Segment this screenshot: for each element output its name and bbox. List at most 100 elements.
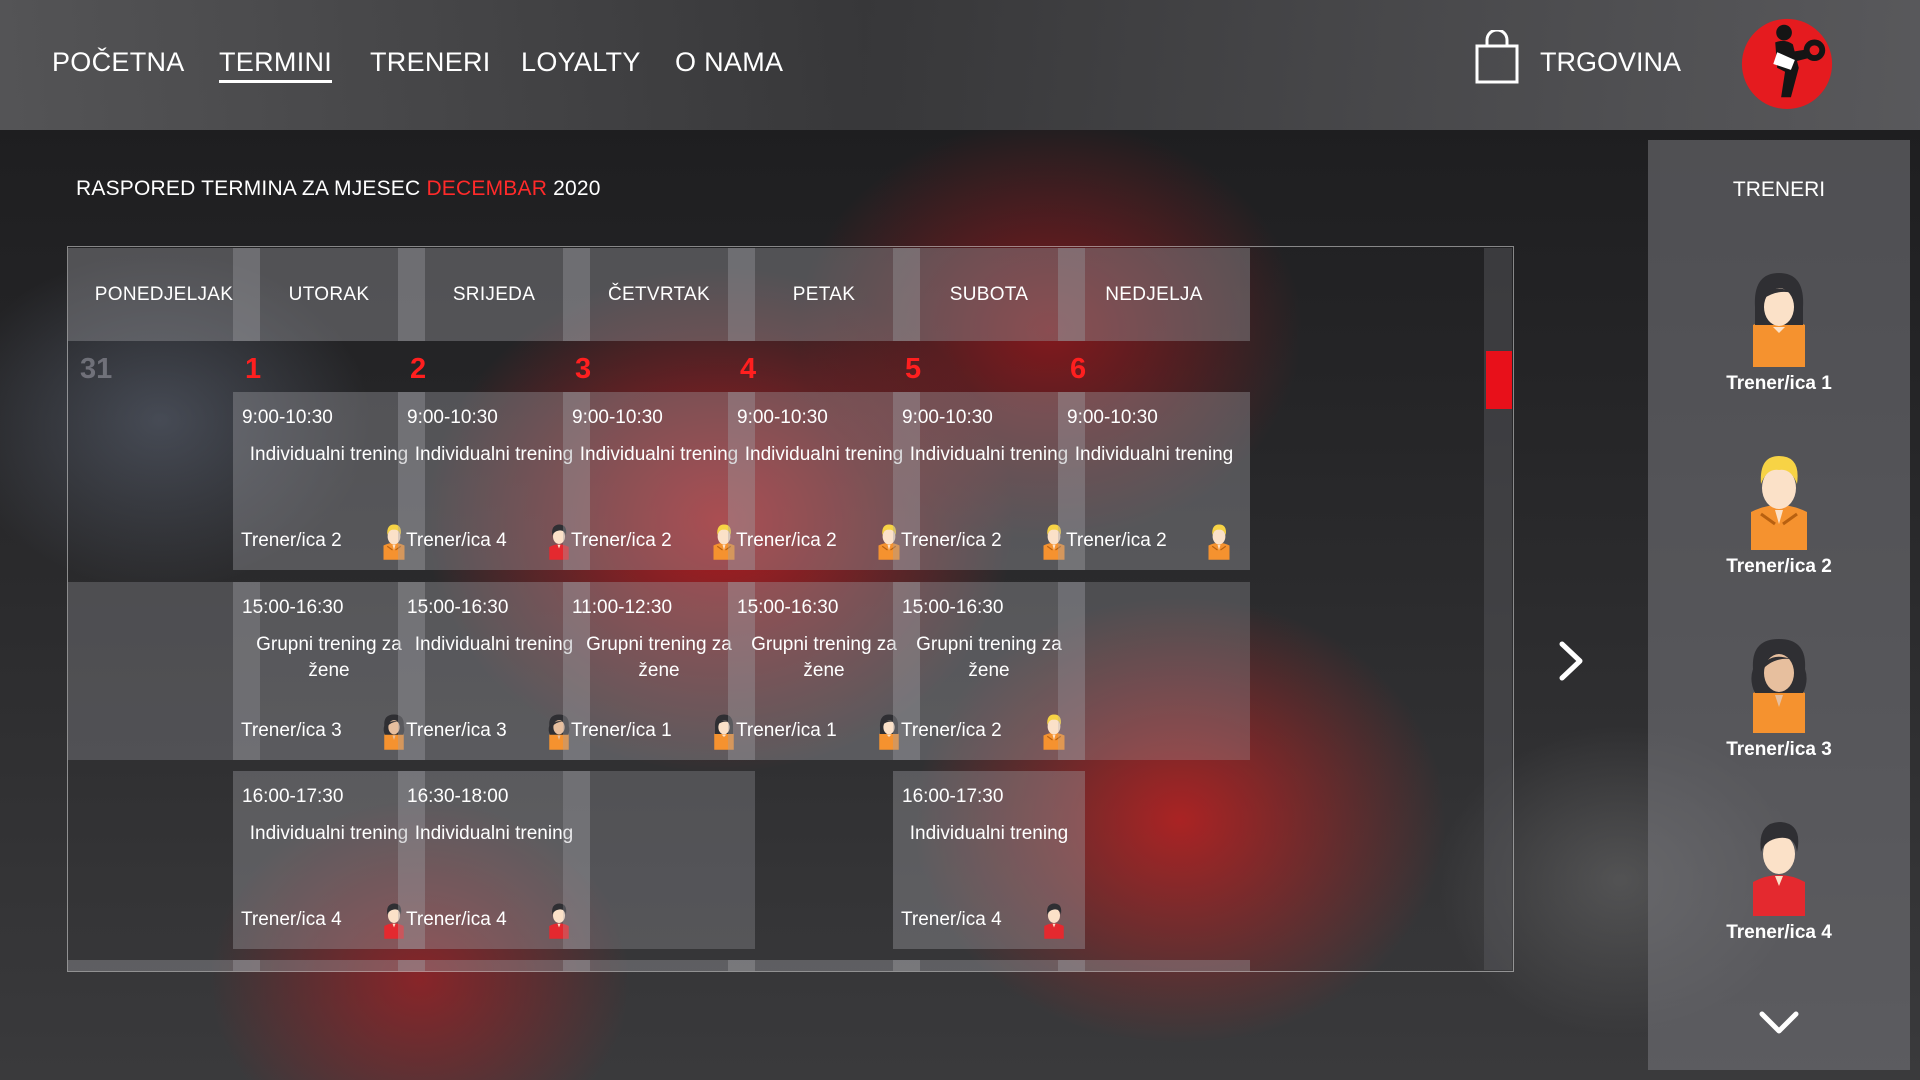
calendar-scrollbar-thumb[interactable] (1486, 351, 1512, 409)
schedule-month: DECEMBAR (426, 177, 548, 200)
next-week-row-peek (728, 960, 920, 971)
appointment-trainer: Trener/ica 4 (901, 909, 1002, 930)
appointment-trainer: Trener/ica 2 (1066, 530, 1167, 551)
date-number: 1 (245, 353, 262, 385)
appointment-time: 15:00-16:30 (407, 597, 509, 618)
schedule-year: 2020 (553, 177, 601, 200)
chevron-down-icon[interactable] (1758, 1008, 1800, 1038)
appointment-trainer: Trener/ica 2 (241, 530, 342, 551)
day-header-2: UTORAK (233, 248, 425, 341)
trainer-card-2[interactable]: Trener/ica 2 (1648, 450, 1910, 600)
appointment-card[interactable]: 15:00-16:30 Individualni trening Trener/ic… (398, 582, 590, 760)
appointment-card[interactable]: 9:00-10:30 Individualni trening Trener/ica… (728, 392, 920, 570)
appointment-type: Grupni trening za žene (751, 634, 897, 681)
top-navigation: POČETNA TERMINI TRENERI LOYALTY O NAMA T… (0, 0, 1920, 130)
schedule-calendar: PONEDJELJAK 31 UTORAK 1 SRIJEDA 2 ČETVRTAK 3 PET… (67, 246, 1514, 972)
appointment-time: 15:00-16:30 (737, 597, 839, 618)
appointment-time: 9:00-10:30 (737, 407, 828, 428)
trainer-name: Trener/ica 3 (1726, 739, 1832, 760)
day-header-1: PONEDJELJAK (68, 248, 260, 341)
trainer-card-3[interactable]: Trener/ica 3 (1648, 633, 1910, 783)
appointment-card[interactable]: 15:00-16:30 Grupni trening za žene Trener/… (728, 582, 920, 760)
appointment-time: 15:00-16:30 (242, 597, 344, 618)
day-header-5: PETAK (728, 248, 920, 341)
trainers-panel-title: TRENERI (1732, 178, 1826, 201)
trainer-name: Trener/ica 4 (1726, 922, 1832, 943)
appointment-trainer: Trener/ica 4 (406, 530, 507, 551)
date-number: 6 (1070, 353, 1087, 385)
appointment-card[interactable]: 11:00-12:30 Grupni trening za žene Trener/… (563, 582, 755, 760)
appointment-type: Individualni trening (579, 444, 739, 465)
day-header-7: NEDJELJA (1058, 248, 1250, 341)
appointment-card[interactable]: 9:00-10:30 Individualni trening Trener/ica… (563, 392, 755, 570)
next-week-row-peek (233, 960, 425, 971)
trainer-card-4[interactable]: Trener/ica 4 (1648, 816, 1910, 966)
appointment-time: 15:00-16:30 (902, 597, 1004, 618)
appointment-time: 9:00-10:30 (902, 407, 993, 428)
next-week-row-peek (398, 960, 590, 971)
appointment-card[interactable]: 16:00-17:30 Individualni trening Trener/ic… (233, 771, 425, 949)
nav-item-termini[interactable]: TERMINI (219, 47, 333, 83)
trainer-avatar-icon (1753, 273, 1805, 367)
appointment-trainer: Trener/ica 2 (736, 530, 837, 551)
trainer-name: Trener/ica 1 (1726, 373, 1832, 394)
appointment-trainer: Trener/ica 2 (901, 530, 1002, 551)
nav-item-loyalty[interactable]: LOYALTY (521, 47, 641, 78)
trainer-card-1[interactable]: Trener/ica 1 (1648, 267, 1910, 417)
schedule-title: RASPORED TERMINA ZA MJESEC DECEMBAR 2020 (76, 177, 601, 201)
appointment-card[interactable]: 15:00-16:30 Grupni trening za žene Trener/… (233, 582, 425, 760)
appointment-type: Individualni trening (249, 444, 409, 465)
appointment-time: 16:30-18:00 (407, 786, 509, 807)
date-number: 4 (740, 353, 757, 385)
next-week-row-peek (563, 960, 755, 971)
appointment-trainer: Trener/ica 1 (736, 720, 837, 741)
next-week-row-peek (1058, 960, 1250, 971)
empty-slot (68, 582, 260, 760)
appointment-card[interactable]: 16:00-17:30 Individualni trening Trener/ic… (893, 771, 1085, 949)
appointment-type: Grupni trening za žene (586, 634, 732, 681)
appointment-time: 9:00-10:30 (1067, 407, 1158, 428)
day-header-6: SUBOTA (893, 248, 1085, 341)
appointment-card[interactable]: 9:00-10:30 Individualni trening Trener/ica… (233, 392, 425, 570)
date-number: 2 (410, 353, 427, 385)
appointment-card[interactable]: 9:00-10:30 Individualni trening Trener/ica… (893, 392, 1085, 570)
appointment-card[interactable]: 15:00-16:30 Grupni trening za žene Trener/… (893, 582, 1085, 760)
chevron-right-icon[interactable] (1552, 640, 1588, 682)
appointment-type: Grupni trening za žene (256, 634, 402, 681)
appointment-type: Individualni trening (249, 823, 409, 844)
appointment-type: Individualni trening (744, 444, 904, 465)
appointment-type: Individualni trening (414, 444, 574, 465)
next-week-row-peek (893, 960, 1085, 971)
appointment-type: Individualni trening (909, 823, 1069, 844)
date-number: 3 (575, 353, 592, 385)
appointment-time: 9:00-10:30 (242, 407, 333, 428)
appointment-card[interactable]: 9:00-10:30 Individualni trening Trener/ica… (1058, 392, 1250, 570)
empty-slot (563, 771, 755, 949)
shopping-bag-icon[interactable] (1474, 30, 1520, 84)
nav-item-o-nama[interactable]: O NAMA (675, 47, 783, 78)
appointment-type: Individualni trening (1074, 444, 1234, 465)
appointment-card[interactable]: 9:00-10:30 Individualni trening Trener/ica… (398, 392, 590, 570)
appointment-time: 11:00-12:30 (572, 597, 673, 618)
appointment-time: 9:00-10:30 (572, 407, 663, 428)
trainer-avatar-icon (1751, 456, 1807, 550)
appointment-type: Individualni trening (909, 444, 1069, 465)
schedule-title-prefix: RASPORED TERMINA ZA MJESEC (76, 177, 421, 200)
appointment-trainer: Trener/ica 4 (406, 909, 507, 930)
trainers-panel: TRENERI Trener/ica 1 Trener/ica 2 Trener/i… (1648, 140, 1910, 1070)
nav-item-pocetna[interactable]: POČETNA (52, 47, 185, 78)
appointment-trainer: Trener/ica 1 (571, 720, 672, 741)
appointment-time: 16:00-17:30 (902, 786, 1004, 807)
date-number: 31 (80, 353, 113, 385)
nav-item-treneri[interactable]: TRENERI (370, 47, 491, 78)
day-header-3: SRIJEDA (398, 248, 590, 341)
appointment-card[interactable]: 16:30-18:00 Individualni trening Trener/ic… (398, 771, 590, 949)
appointment-type: Grupni trening za žene (916, 634, 1062, 681)
appointment-trainer: Trener/ica 2 (571, 530, 672, 551)
next-week-row-peek (68, 960, 260, 971)
fitness-logo[interactable] (1738, 13, 1836, 111)
appointment-trainer: Trener/ica 2 (901, 720, 1002, 741)
shop-link[interactable]: TRGOVINA (1540, 47, 1681, 78)
trainer-avatar-icon (1751, 639, 1807, 733)
appointment-time: 16:00-17:30 (242, 786, 344, 807)
